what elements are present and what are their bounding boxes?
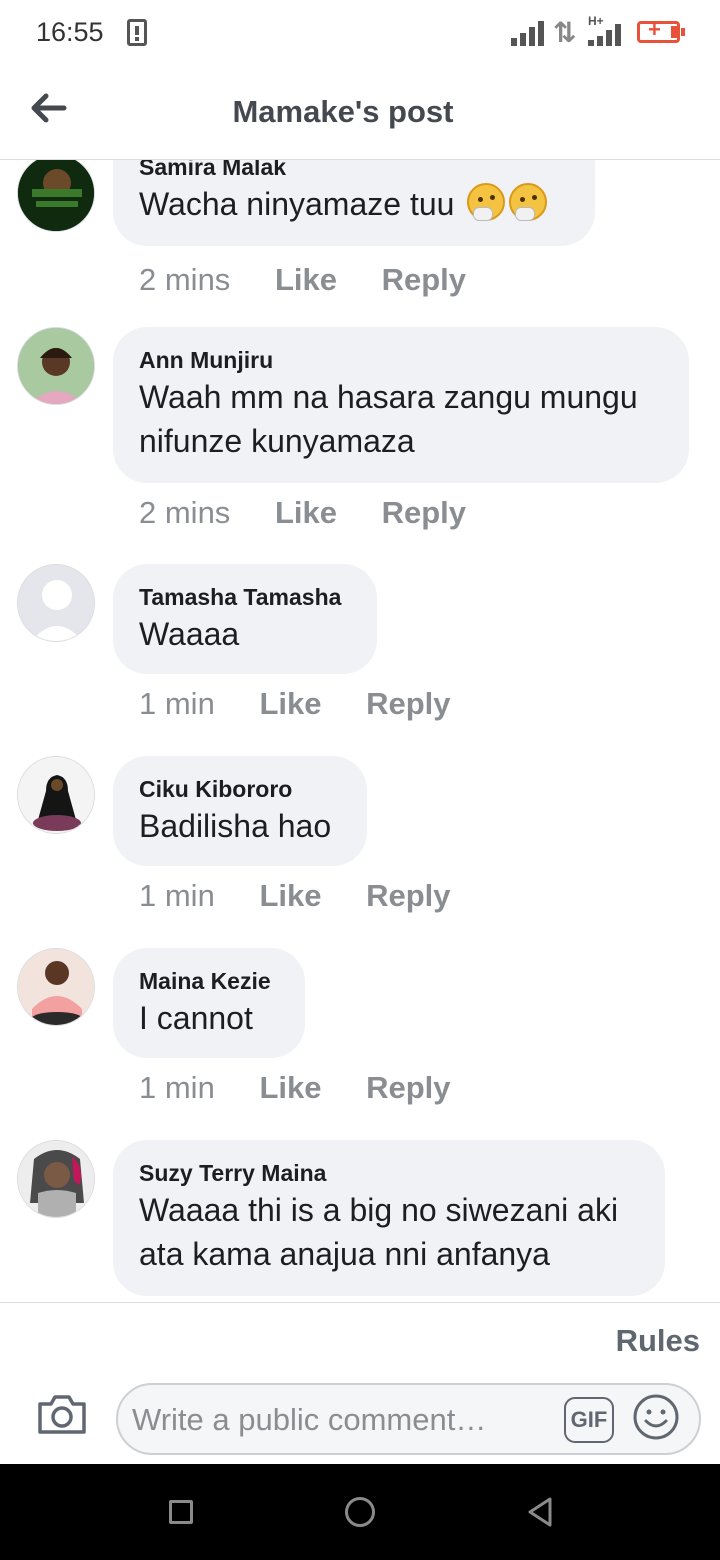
thinking-face-emoji-icon — [509, 183, 548, 221]
comment-meta: 1 min Like Reply — [139, 878, 451, 914]
comment-bubble: Ciku Kibororo Badilisha hao — [113, 756, 367, 866]
comment-meta: 2 mins Like Reply — [139, 262, 466, 298]
charging-icon: + — [648, 17, 661, 42]
avatar[interactable] — [17, 564, 95, 642]
comment-text: I cannot — [139, 1000, 253, 1036]
like-button[interactable]: Like — [275, 262, 337, 298]
recent-apps-icon[interactable] — [169, 1500, 193, 1524]
comment-input-placeholder[interactable]: Write a public comment… — [132, 1402, 486, 1438]
comment-author[interactable]: Suzy Terry Maina — [139, 1160, 639, 1186]
signal-strength-icon — [511, 20, 547, 46]
avatar[interactable] — [17, 756, 95, 834]
comment-composer-footer: Rules Write a public comment… GIF — [0, 1302, 720, 1464]
comment-bubble: Samira Malak Wacha ninyamaze tuu — [113, 160, 595, 246]
comment-text: Waaaa — [139, 616, 240, 652]
app-header: Mamake's post — [0, 66, 720, 160]
like-button[interactable]: Like — [259, 686, 321, 722]
avatar[interactable] — [17, 160, 95, 232]
alert-notification-icon — [127, 19, 147, 46]
comment-time: 1 min — [139, 878, 215, 913]
comment-list[interactable]: Samira Malak Wacha ninyamaze tuu 2 mins … — [0, 160, 720, 1302]
avatar[interactable] — [17, 327, 95, 405]
gif-button[interactable]: GIF — [564, 1397, 614, 1443]
comment-text: Waaaa thi is a big no siwezani aki ata k… — [139, 1192, 619, 1272]
reply-button[interactable]: Reply — [382, 262, 466, 298]
comment-input[interactable]: Write a public comment… GIF — [116, 1383, 701, 1455]
status-bar: 16:55 ⇅ H+ + — [0, 0, 720, 66]
comment-text: Badilisha hao — [139, 808, 332, 844]
comment-meta: 1 min Like Reply — [139, 1070, 451, 1106]
rules-link[interactable]: Rules — [616, 1323, 700, 1359]
status-time: 16:55 — [36, 17, 104, 47]
comment-bubble: Suzy Terry Maina Waaaa thi is a big no s… — [113, 1140, 665, 1296]
signal-strength-icon-2 — [588, 24, 624, 46]
comment-meta: 2 mins Like Reply — [139, 495, 466, 531]
page-title: Mamake's post — [232, 94, 454, 129]
avatar[interactable] — [17, 1140, 95, 1218]
comment-time: 1 min — [139, 1070, 215, 1105]
reply-button[interactable]: Reply — [366, 686, 450, 722]
comment-author[interactable]: Tamasha Tamasha — [139, 584, 351, 610]
like-button[interactable]: Like — [259, 1070, 321, 1106]
reply-button[interactable]: Reply — [366, 1070, 450, 1106]
camera-icon[interactable] — [36, 1392, 88, 1436]
reply-button[interactable]: Reply — [366, 878, 450, 914]
avatar[interactable] — [17, 948, 95, 1026]
system-nav-bar — [0, 1464, 720, 1560]
home-icon[interactable] — [345, 1497, 375, 1527]
comment-text: Waah mm na hasara zangu mungu nifunze ku… — [139, 379, 638, 459]
comment-time: 2 mins — [139, 262, 231, 297]
comment-bubble: Ann Munjiru Waah mm na hasara zangu mung… — [113, 327, 689, 483]
comment-time: 2 mins — [139, 495, 231, 530]
data-transfer-icon: ⇅ — [553, 17, 577, 48]
comment-meta: 1 min Like Reply — [139, 686, 451, 722]
nav-back-icon[interactable] — [526, 1496, 554, 1528]
comment-author[interactable]: Samira Malak — [139, 160, 569, 180]
comment-author[interactable]: Ciku Kibororo — [139, 776, 341, 802]
like-button[interactable]: Like — [259, 878, 321, 914]
comment-time: 1 min — [139, 686, 215, 721]
like-button[interactable]: Like — [275, 495, 337, 531]
comment-bubble: Tamasha Tamasha Waaaa — [113, 564, 377, 674]
comment-author[interactable]: Maina Kezie — [139, 968, 279, 994]
smiley-icon[interactable] — [632, 1393, 680, 1441]
comment-text: Wacha ninyamaze tuu — [139, 186, 455, 222]
thinking-face-emoji-icon — [467, 183, 506, 221]
comment-bubble: Maina Kezie I cannot — [113, 948, 305, 1058]
comment-author[interactable]: Ann Munjiru — [139, 347, 663, 373]
reply-button[interactable]: Reply — [382, 495, 466, 531]
